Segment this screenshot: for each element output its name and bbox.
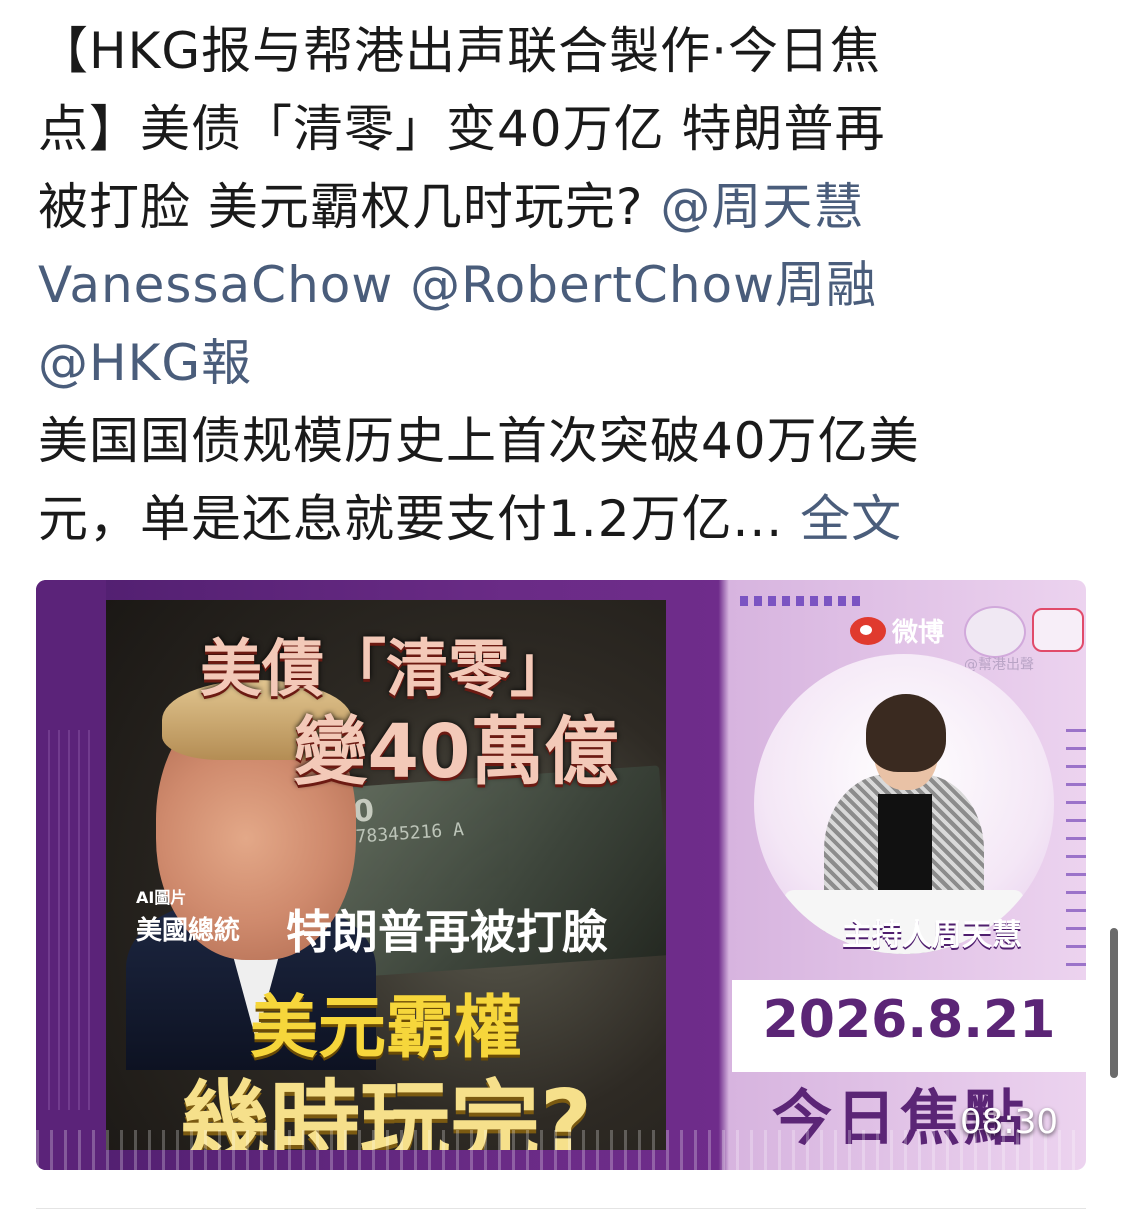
episode-date: 2026.8.21 [762,990,1056,1050]
post-mentions-line-2: @HKG報 [38,324,1098,402]
hkg-logo-icon [964,606,1026,658]
post-mentions-line: VanessaChow @RobertChow周融 [38,246,1098,324]
weibo-watermark: 微博 [850,612,944,649]
video-thumbnail[interactable]: 100 LB 78345216 A 美債「清零」 變40萬億 AI圖片 美國總統… [36,580,1086,1170]
ai-image-tag: AI圖片 [136,888,187,907]
mention-hkg[interactable]: @HKG報 [38,334,252,392]
post-title-line-3: 被打脸 美元霸权几时玩完? @周天慧 [38,168,1098,246]
top-deco-bar [740,596,860,606]
post-title-line-3-text: 被打脸 美元霸权几时玩完? [38,178,661,236]
mention-zhou-tianhui-cont[interactable]: VanessaChow [38,256,393,314]
host-panel: 微博 @幫港出聲 主持人周天慧 2026.8.21 今日焦點 [732,580,1086,1170]
poster-subtitle-small: 美國總統 [136,916,241,946]
poster-subtitle-big: 特朗普再被打臉 [286,905,608,959]
post-title-line-2: 点】美债「清零」变40万亿 特朗普再 [38,100,886,158]
full-text-link[interactable]: 全文 [800,490,902,548]
post-body-text: 元，单是还息就要支付1.2万亿... [38,490,801,548]
skyline-deco [36,1130,1086,1170]
host-hair [866,694,946,772]
bang-gang-logo-icon [1032,608,1084,652]
scrollbar[interactable] [1110,928,1118,1078]
post-body-line-1: 美国国债规模历史上首次突破40万亿美 [38,412,920,470]
weibo-icon [850,616,886,645]
host-photo [754,654,1054,954]
weibo-label: 微博 [892,618,945,648]
divider [36,1208,1086,1209]
mention-robert-chow[interactable]: @RobertChow周融 [410,256,877,314]
poster-title-2: 變40萬億 [293,709,619,795]
poster-image: 100 LB 78345216 A 美債「清零」 變40萬億 AI圖片 美國總統… [106,600,666,1150]
post-body-line-2: 元，单是还息就要支付1.2万亿... 全文 [38,480,1098,558]
side-deco-bar [1066,720,1086,1020]
left-deco-lines [48,730,94,1110]
mention-zhou-tianhui[interactable]: @周天慧 [660,178,864,236]
post-text: 【HKG报与帮港出声联合製作·今日焦 点】美债「清零」变40万亿 特朗普再 被打… [38,12,1098,558]
video-duration: 08:30 [960,1102,1058,1142]
host-label: 主持人周天慧 [842,918,1022,953]
post-title-line-1: 【HKG报与帮港出声联合製作·今日焦 [38,22,882,80]
